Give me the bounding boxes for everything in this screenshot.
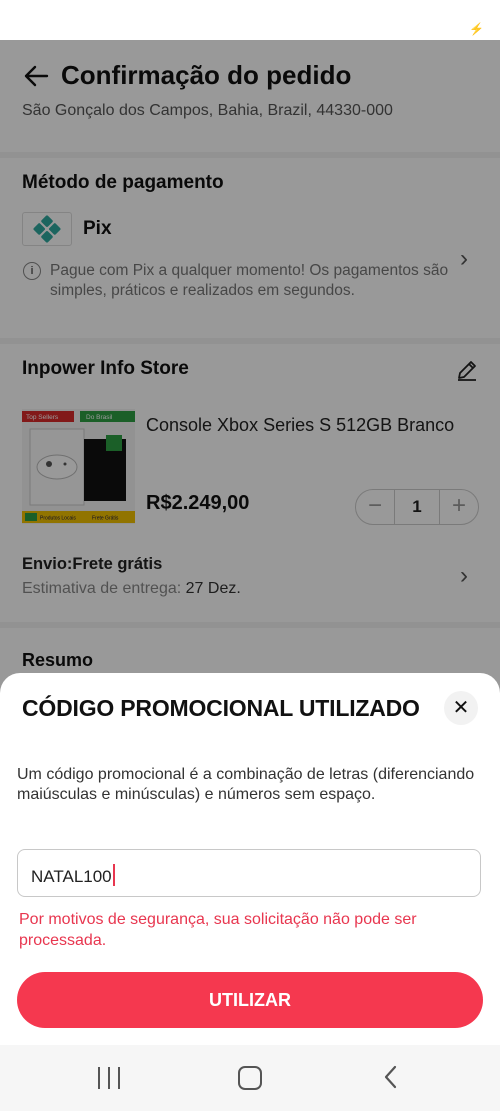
system-nav-bar [0, 1045, 500, 1111]
apply-code-button[interactable]: UTILIZAR [17, 972, 483, 1028]
promo-code-sheet: CÓDIGO PROMOCIONAL UTILIZADO ✕ Um código… [0, 673, 500, 1045]
promo-description: Um código promocional é a combinação de … [17, 766, 475, 803]
promo-sheet-title: CÓDIGO PROMOCIONAL UTILIZADO [22, 695, 420, 721]
error-message: Por motivos de segurança, sua solicitaçã… [19, 911, 417, 949]
close-button[interactable]: ✕ [444, 691, 478, 725]
text-caret [112, 864, 115, 886]
promo-code-value[interactable]: NATAL100 [31, 864, 115, 887]
promo-code-input[interactable]: NATAL100 [17, 849, 481, 897]
close-icon: ✕ [452, 697, 470, 719]
nav-back-icon[interactable] [380, 1063, 402, 1091]
charging-icon: ⚡ [469, 22, 484, 36]
status-bar: ⚡ [0, 0, 500, 40]
home-icon[interactable] [238, 1066, 262, 1090]
recent-apps-icon[interactable] [98, 1067, 122, 1089]
